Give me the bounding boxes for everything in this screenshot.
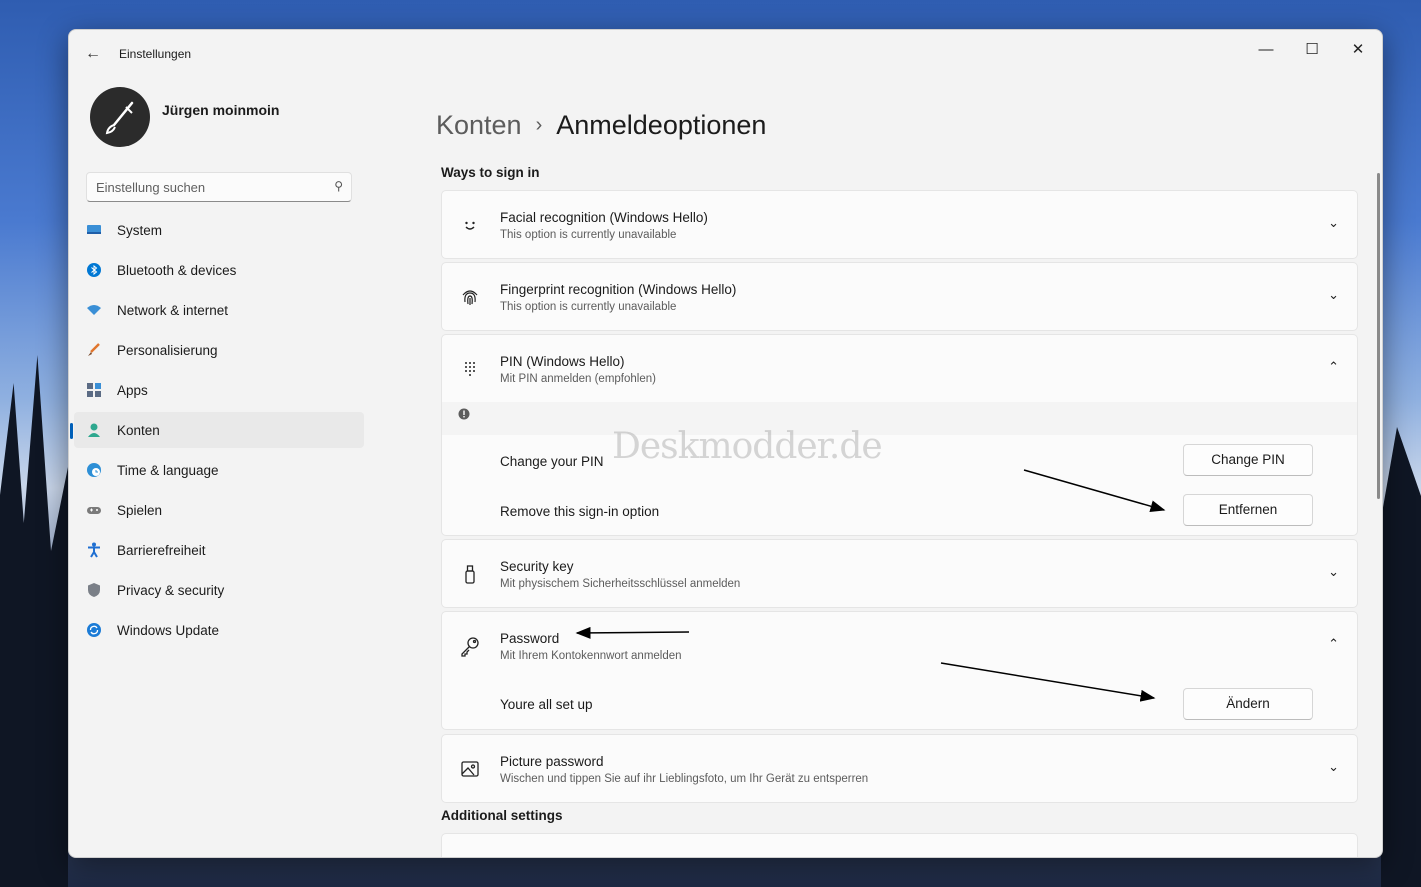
arrow-to-remove-button — [1023, 469, 1166, 513]
arrow-to-change-password-button — [940, 662, 1156, 702]
desktop-background — [0, 355, 68, 887]
desktop-background-right — [1381, 427, 1421, 887]
settings-window: ← Einstellungen — ☐ ✕ Jürgen moinmoin Ei… — [68, 29, 1383, 858]
annotation-arrows — [575, 469, 1166, 702]
arrow-to-password-title — [575, 626, 690, 639]
